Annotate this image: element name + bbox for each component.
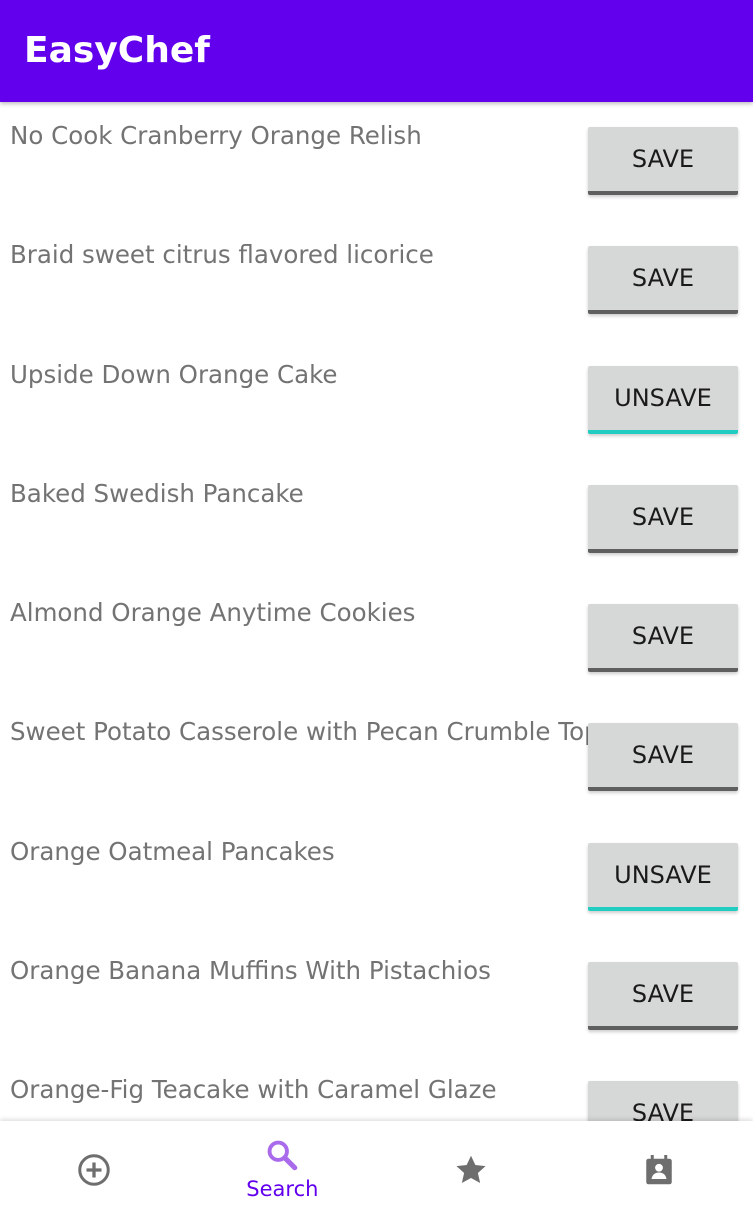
- list-item[interactable]: Orange Oatmeal Pancakes UNSAVE: [0, 818, 753, 937]
- nav-item-profile[interactable]: [565, 1121, 753, 1219]
- save-button[interactable]: SAVE: [588, 723, 738, 792]
- list-item[interactable]: Almond Orange Anytime Cookies SAVE: [0, 579, 753, 698]
- list-item[interactable]: Sweet Potato Casserole with Pecan Crumbl…: [0, 698, 753, 817]
- save-button[interactable]: SAVE: [588, 484, 738, 553]
- bottom-navigation: Search: [0, 1121, 753, 1219]
- list-item[interactable]: Upside Down Orange Cake UNSAVE: [0, 341, 753, 460]
- list-item[interactable]: Braid sweet citrus flavored licorice SAV…: [0, 221, 753, 340]
- unsave-button[interactable]: UNSAVE: [588, 365, 738, 434]
- save-button[interactable]: SAVE: [588, 246, 738, 315]
- save-button[interactable]: SAVE: [588, 1081, 738, 1121]
- recipe-title: Upside Down Orange Cake: [10, 359, 338, 389]
- recipe-title: Orange Oatmeal Pancakes: [10, 836, 335, 866]
- profile-card-icon: [646, 1155, 672, 1185]
- recipe-title: Almond Orange Anytime Cookies: [10, 598, 416, 627]
- app-bar: EasyChef: [0, 0, 753, 102]
- recipe-title: Orange-Fig Teacake with Caramel Glaze: [10, 1075, 497, 1104]
- add-circle-icon: [78, 1154, 110, 1186]
- nav-label-search: Search: [246, 1177, 319, 1201]
- nav-item-search[interactable]: Search: [188, 1121, 376, 1219]
- recipe-title: Sweet Potato Casserole with Pecan Crumbl…: [10, 717, 588, 747]
- list-item[interactable]: Orange-Fig Teacake with Caramel Glaze SA…: [0, 1056, 753, 1121]
- app-title: EasyChef: [24, 30, 210, 71]
- save-button[interactable]: SAVE: [588, 604, 738, 672]
- list-item[interactable]: No Cook Cranberry Orange Relish SAVE: [0, 102, 753, 221]
- recipe-title: Orange Banana Muffins With Pistachios: [10, 955, 491, 985]
- save-button[interactable]: SAVE: [588, 127, 738, 195]
- save-button[interactable]: SAVE: [588, 961, 738, 1030]
- recipe-title: Baked Swedish Pancake: [10, 478, 304, 508]
- list-item[interactable]: Orange Banana Muffins With Pistachios SA…: [0, 937, 753, 1056]
- search-icon: [267, 1140, 298, 1171]
- recipe-title: Braid sweet citrus flavored licorice: [10, 240, 434, 270]
- star-icon: [456, 1155, 486, 1184]
- list-item[interactable]: Baked Swedish Pancake SAVE: [0, 460, 753, 579]
- nav-item-favorites[interactable]: [377, 1121, 565, 1219]
- nav-item-add[interactable]: [0, 1121, 188, 1219]
- unsave-button[interactable]: UNSAVE: [588, 842, 738, 911]
- app-screen: EasyChef No Cook Cranberry Orange Relish…: [0, 0, 753, 1219]
- recipe-list[interactable]: No Cook Cranberry Orange Relish SAVE Bra…: [0, 102, 753, 1121]
- recipe-title: No Cook Cranberry Orange Relish: [10, 121, 422, 150]
